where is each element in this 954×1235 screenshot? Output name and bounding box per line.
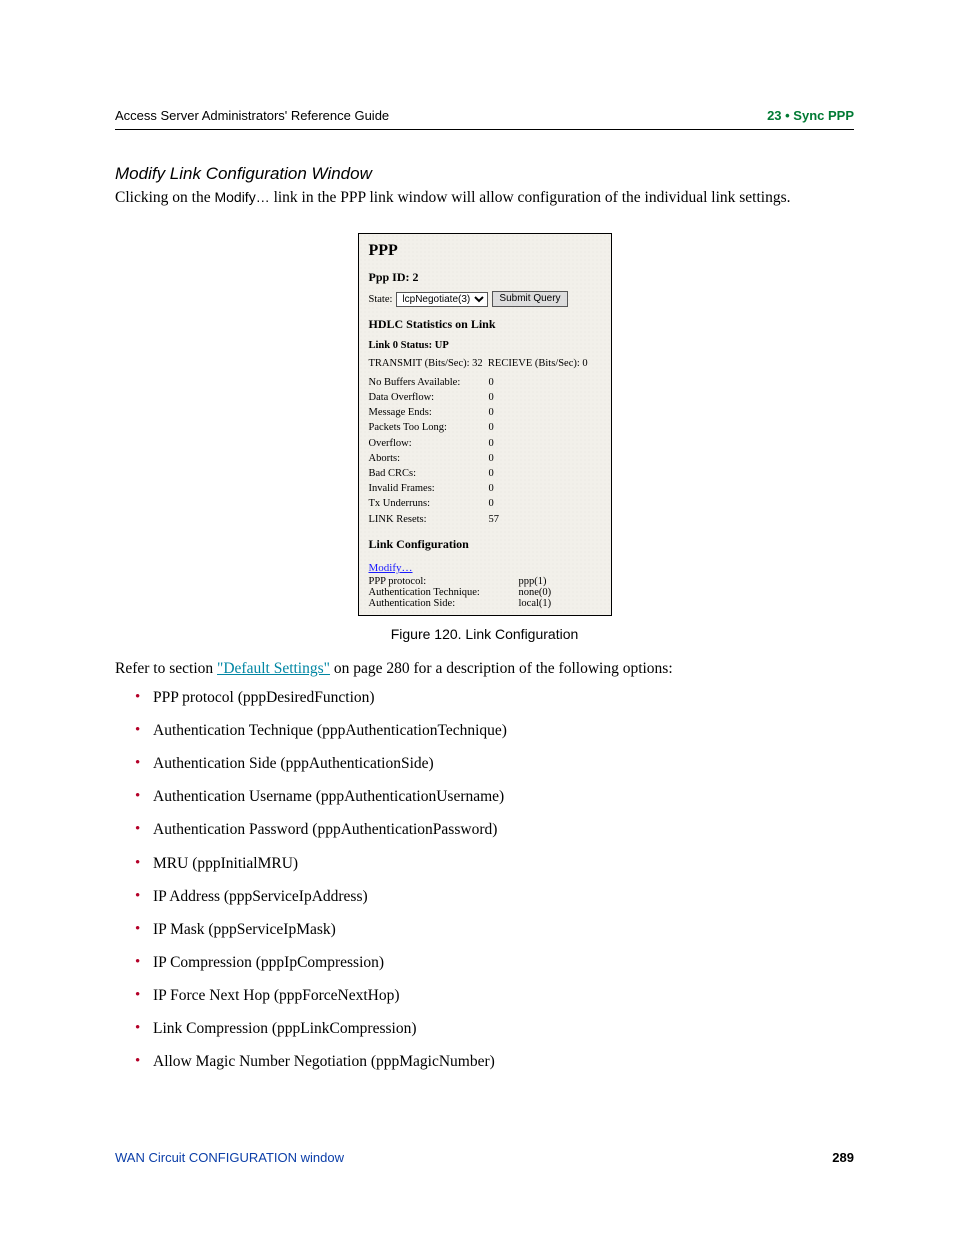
fig-stat-label: Packets Too Long: (369, 420, 481, 435)
fig-rx-label: RECIEVE (Bits/Sec): (488, 358, 580, 369)
fig-stat-row: Overflow: 0 (369, 436, 601, 451)
list-item: IP Mask (pppServiceIpMask) (135, 920, 854, 940)
section-title: Modify Link Configuration Window (115, 164, 854, 184)
fig-hdlc-heading: HDLC Statistics on Link (369, 317, 601, 332)
intro-post: link in the PPP link window will allow c… (270, 189, 791, 206)
fig-conf-value: local(1) (519, 598, 552, 609)
fig-stat-label: Bad CRCs: (369, 466, 481, 481)
fig-title: PPP (369, 242, 601, 260)
fig-stat-label: Tx Underruns: (369, 496, 481, 511)
page-number: 289 (832, 1150, 854, 1165)
list-item: Authentication Side (pppAuthenticationSi… (135, 754, 854, 774)
header-guide-title: Access Server Administrators' Reference … (115, 108, 389, 123)
fig-link-conf-heading: Link Configuration (369, 537, 601, 552)
fig-link-status: Link 0 Status: UP (369, 338, 601, 353)
fig-conf-row: Authentication Side:local(1) (369, 598, 601, 609)
fig-stat-value: 0 (489, 405, 519, 420)
default-settings-link[interactable]: "Default Settings" (217, 660, 330, 677)
fig-stat-row: Bad CRCs: 0 (369, 466, 601, 481)
fig-stat-row: Data Overflow: 0 (369, 390, 601, 405)
intro-modify-text: Modify… (214, 189, 269, 205)
header-chapter: 23 • Sync PPP (767, 108, 854, 123)
fig-stat-value: 0 (489, 481, 519, 496)
footer-section: WAN Circuit CONFIGURATION window (115, 1150, 344, 1165)
fig-tx-label: TRANSMIT (Bits/Sec): (369, 358, 470, 369)
fig-conf-label: Authentication Technique: (369, 587, 519, 598)
fig-conf-label: Authentication Side: (369, 598, 519, 609)
refer-pre: Refer to section (115, 660, 217, 677)
refer-post: on page 280 for a description of the fol… (330, 660, 673, 677)
fig-stat-label: Data Overflow: (369, 390, 481, 405)
fig-stat-row: Tx Underruns: 0 (369, 496, 601, 511)
fig-stat-value: 0 (489, 375, 519, 390)
fig-stat-value: 0 (489, 451, 519, 466)
fig-conf-label: PPP protocol: (369, 576, 519, 587)
header-rule (115, 129, 854, 130)
fig-stat-label: Aborts: (369, 451, 481, 466)
fig-stats-table: No Buffers Available: 0 Data Overflow: 0 M… (369, 375, 601, 527)
list-item: Allow Magic Number Negotiation (pppMagic… (135, 1052, 854, 1072)
list-item: IP Force Next Hop (pppForceNextHop) (135, 986, 854, 1006)
fig-stat-label: Message Ends: (369, 405, 481, 420)
list-item: PPP protocol (pppDesiredFunction) (135, 688, 854, 708)
fig-stat-row: Message Ends: 0 (369, 405, 601, 420)
page-header: Access Server Administrators' Reference … (115, 108, 854, 123)
refer-line: Refer to section "Default Settings" on p… (115, 660, 854, 678)
fig-stat-row: Packets Too Long: 0 (369, 420, 601, 435)
fig-conf-value: ppp(1) (519, 576, 547, 587)
options-list: PPP protocol (pppDesiredFunction) Authen… (135, 688, 854, 1073)
fig-stat-row: LINK Resets: 57 (369, 512, 601, 527)
fig-stat-value: 0 (489, 390, 519, 405)
page-footer: WAN Circuit CONFIGURATION window 289 (115, 1150, 854, 1165)
fig-conf-value: none(0) (519, 587, 552, 598)
fig-stat-label: LINK Resets: (369, 512, 481, 527)
list-item: Authentication Username (pppAuthenticati… (135, 787, 854, 807)
fig-stat-value: 0 (489, 466, 519, 481)
submit-query-button[interactable]: Submit Query (492, 291, 567, 307)
fig-stat-row: Invalid Frames: 0 (369, 481, 601, 496)
fig-stat-row: No Buffers Available: 0 (369, 375, 601, 390)
intro-pre: Clicking on the (115, 189, 214, 206)
modify-link[interactable]: Modify… (369, 562, 413, 574)
fig-conf-row: Authentication Technique:none(0) (369, 587, 601, 598)
fig-conf-row: PPP protocol:ppp(1) (369, 576, 601, 587)
fig-rx-val: 0 (582, 358, 587, 369)
fig-stat-value: 0 (489, 496, 519, 511)
fig-ppp-id: Ppp ID: 2 (369, 270, 601, 285)
list-item: Authentication Password (pppAuthenticati… (135, 820, 854, 840)
fig-stat-label: No Buffers Available: (369, 375, 481, 390)
list-item: IP Compression (pppIpCompression) (135, 953, 854, 973)
fig-state-label: State: (369, 292, 393, 307)
figure-screenshot: PPP Ppp ID: 2 State: lcpNegotiate(3) Sub… (358, 233, 612, 616)
list-item: Link Compression (pppLinkCompression) (135, 1019, 854, 1039)
fig-stat-row: Aborts: 0 (369, 451, 601, 466)
figure-caption: Figure 120. Link Configuration (115, 626, 854, 642)
list-item: IP Address (pppServiceIpAddress) (135, 887, 854, 907)
fig-stat-value: 0 (489, 420, 519, 435)
fig-stat-value: 57 (489, 512, 519, 527)
list-item: MRU (pppInitialMRU) (135, 854, 854, 874)
fig-stat-label: Overflow: (369, 436, 481, 451)
intro-paragraph: Clicking on the Modify… link in the PPP … (115, 186, 854, 209)
fig-stat-label: Invalid Frames: (369, 481, 481, 496)
fig-stat-value: 0 (489, 436, 519, 451)
fig-tx-val: 32 (472, 358, 483, 369)
list-item: Authentication Technique (pppAuthenticat… (135, 721, 854, 741)
state-select[interactable]: lcpNegotiate(3) (396, 292, 488, 307)
